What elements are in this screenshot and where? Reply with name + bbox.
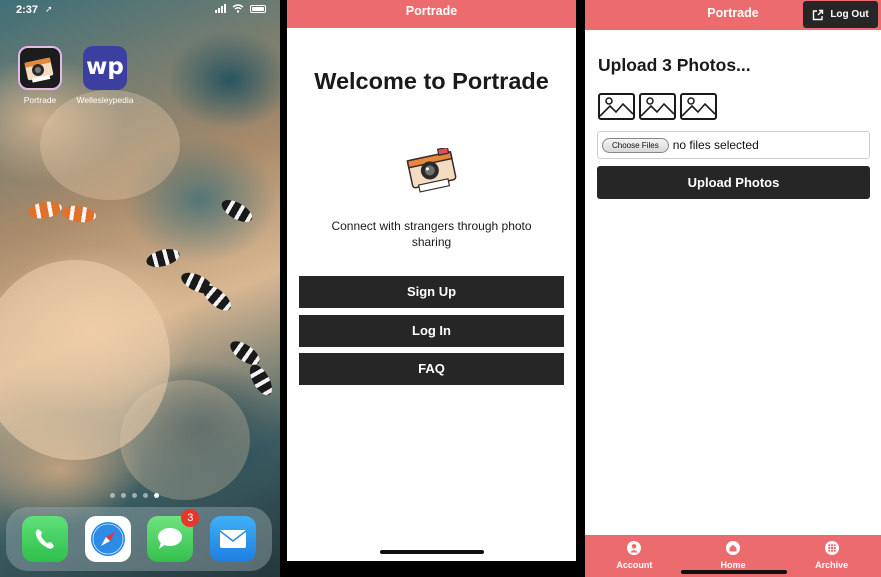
wallpaper-fish	[61, 203, 97, 225]
dock-messages-app[interactable]: 3	[147, 509, 200, 562]
page-indicator[interactable]	[110, 493, 159, 498]
tab-label: Archive	[815, 560, 849, 570]
page-dot-active	[154, 493, 159, 498]
wallpaper-fish	[218, 195, 256, 227]
log-out-button[interactable]: Log Out	[803, 1, 878, 28]
upload-screen: Portrade Log Out Upload 3 Photos... Choo…	[585, 0, 881, 577]
home-indicator[interactable]	[681, 570, 787, 574]
file-input[interactable]: Choose Files no files selected	[597, 131, 870, 159]
app-portrade[interactable]: Portrade	[8, 46, 72, 105]
wallpaper-fish	[144, 245, 182, 271]
wallpaper-fish	[245, 361, 277, 399]
dock-mail-app[interactable]	[209, 516, 256, 562]
image-placeholder-icon	[639, 93, 676, 120]
page-dot	[143, 493, 148, 498]
wallpaper-fish	[198, 280, 236, 316]
app-header: Portrade	[287, 0, 576, 28]
home-indicator[interactable]	[380, 550, 484, 554]
messages-icon	[158, 528, 183, 549]
tab-archive[interactable]: Archive	[782, 535, 881, 577]
image-placeholder-icon	[598, 93, 635, 120]
app-label: Portrade	[23, 95, 57, 105]
polaroid-camera-icon	[406, 148, 457, 193]
status-bar: 2:37 ➚	[0, 4, 280, 18]
wallpaper-coral	[120, 380, 250, 500]
wifi-icon	[232, 4, 244, 13]
welcome-heading: Welcome to Portrade	[314, 68, 549, 94]
app-label: Wellesleypedia	[76, 95, 134, 105]
mail-icon	[219, 530, 247, 548]
welcome-screen: Portrade Welcome to Portrade Connect wit…	[287, 0, 576, 561]
upload-heading: Upload 3 Photos...	[598, 55, 751, 75]
file-status: no files selected	[672, 138, 759, 152]
external-link-icon	[813, 9, 824, 20]
image-placeholder-icon	[680, 93, 717, 120]
faq-button[interactable]: FAQ	[299, 353, 564, 385]
app-title: Portrade	[405, 4, 458, 18]
wallpaper-coral	[40, 90, 180, 200]
log-out-label: Log Out	[830, 8, 869, 20]
tab-label: Home	[720, 560, 746, 570]
photo-placeholders	[598, 93, 717, 120]
app-header: Portrade Log Out	[585, 0, 881, 30]
choose-files-button[interactable]: Choose Files	[602, 137, 669, 153]
page-dot	[110, 493, 115, 498]
safari-icon	[90, 522, 125, 556]
log-in-button[interactable]: Log In	[299, 315, 564, 347]
page-dot	[132, 493, 137, 498]
archive-grid-icon	[824, 541, 839, 555]
upload-photos-button[interactable]: Upload Photos	[597, 166, 870, 199]
tab-account[interactable]: Account	[585, 535, 684, 577]
home-icon	[726, 541, 740, 555]
dock-phone-app[interactable]	[22, 516, 69, 562]
dock-safari-app[interactable]	[84, 516, 131, 562]
app-title: Portrade	[707, 6, 759, 20]
wallpaper-fish	[26, 199, 64, 221]
notification-badge: 3	[181, 509, 200, 527]
sign-up-button[interactable]: Sign Up	[299, 276, 564, 308]
status-time: 2:37	[16, 4, 39, 16]
signal-icon	[215, 4, 226, 13]
wellesleypedia-app-icon: wp	[83, 46, 127, 90]
portrade-app-icon	[18, 46, 62, 90]
location-arrow-icon: ➚	[45, 4, 53, 14]
ios-home-screen: 2:37 ➚ Portrade wp Wellesleypedia 3	[0, 0, 280, 577]
account-icon	[627, 541, 642, 555]
battery-icon	[250, 4, 266, 13]
page-dot	[121, 493, 126, 498]
phone-icon	[36, 529, 55, 549]
tagline: Connect with strangers through photo sha…	[331, 219, 532, 249]
app-wellesleypedia[interactable]: wp Wellesleypedia	[73, 46, 137, 105]
tab-label: Account	[616, 560, 653, 570]
dock: 3	[6, 507, 272, 571]
